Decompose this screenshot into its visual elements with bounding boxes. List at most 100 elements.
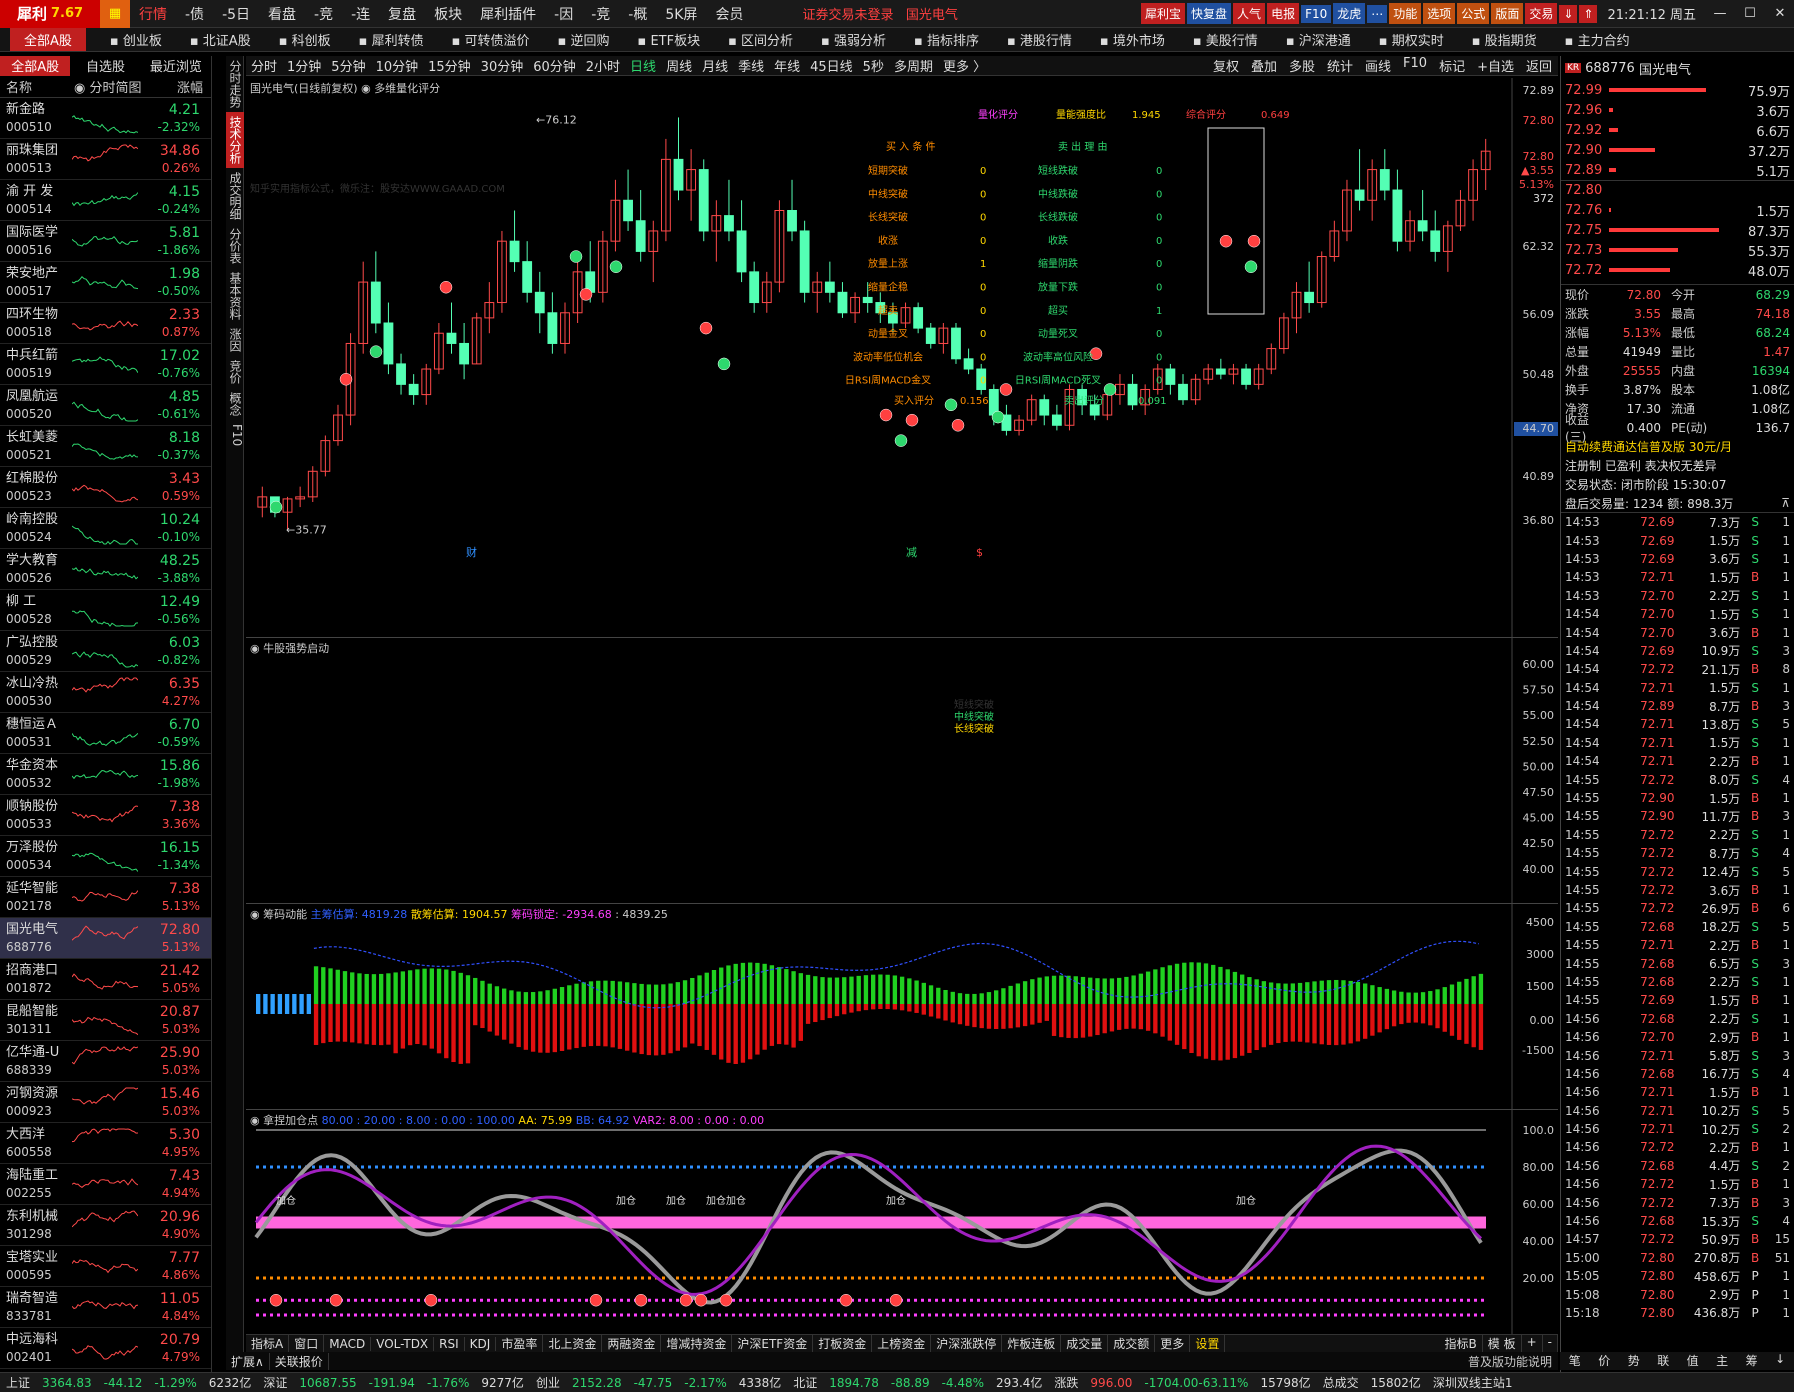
chart-tool[interactable]: +自选 [1471,56,1520,75]
indicator-tab[interactable]: 指标A [246,1335,290,1352]
period-tab[interactable]: 5秒 [858,56,889,75]
tool-button[interactable]: F10 [1301,4,1332,23]
edition-help[interactable]: 普及版功能说明 [1468,1353,1558,1370]
indicator-tab[interactable]: 更多 [1155,1335,1191,1352]
stock-row[interactable]: 四环生物 000518 2.33 0.87% [0,303,211,344]
stock-row[interactable]: 长虹美菱 000521 8.18 -0.37% [0,426,211,467]
board-tab[interactable]: ▪ 强弱分析 [807,30,900,49]
indicator-tab[interactable]: 设置 [1190,1335,1226,1352]
stock-row[interactable]: 海陆重工 002255 7.43 4.94% [0,1164,211,1205]
vertical-tab[interactable]: 概念 [226,388,244,420]
stock-row[interactable]: 延华智能 002178 7.38 5.13% [0,877,211,918]
period-tab[interactable]: 季线 [733,56,769,75]
board-tab[interactable]: ▪ 可转债溢价 [438,30,544,49]
related-quote-tab[interactable]: 关联报价 [270,1352,329,1370]
period-tab[interactable]: 60分钟 [528,56,581,75]
indicator-tab-b[interactable]: + [1522,1335,1543,1352]
chart-tool[interactable]: 画线 [1359,56,1397,75]
stock-row[interactable]: 国光电气 688776 72.80 5.13% [0,918,211,959]
menu-item[interactable]: 5K屏 [656,4,706,24]
menu-item[interactable]: -债 [176,4,213,24]
indicator-tab[interactable]: KDJ [465,1336,497,1351]
menu-item[interactable]: 板块 [425,4,471,24]
period-tab[interactable]: 多周期 [889,56,938,75]
period-tab[interactable]: 45日线 [805,56,858,75]
indicator-tab[interactable]: 上榜资金 [872,1335,932,1352]
board-tab[interactable]: ▪ 区间分析 [714,30,807,49]
stock-row[interactable]: 顺钠股份 000533 7.38 3.36% [0,795,211,836]
board-tab[interactable]: ▪ 科创板 [265,30,345,49]
period-tab[interactable]: 1分钟 [282,56,326,75]
vertical-tab[interactable]: 基本资料 [226,268,244,324]
quote-tab[interactable]: ↓ [1775,1352,1785,1370]
period-tab[interactable]: 日线 [625,56,661,75]
stock-row[interactable]: 荣安地产 000517 1.98 -0.50% [0,262,211,303]
stock-row[interactable]: 宝塔实业 000595 7.77 4.86% [0,1246,211,1287]
stock-row[interactable]: 红棉股份 000523 3.43 0.59% [0,467,211,508]
maximize-icon[interactable]: ☐ [1736,6,1764,21]
col-pct[interactable]: 涨幅 [150,77,207,96]
tool-button[interactable]: 电报 [1267,3,1300,24]
tool-button[interactable]: 犀利宝 [1141,3,1186,24]
period-tab[interactable]: 年线 [769,56,805,75]
board-tab[interactable]: ▪ ETF板块 [624,30,715,49]
stock-row[interactable]: 冰山冷热 000530 6.35 4.27% [0,672,211,713]
stock-row[interactable]: 昆船智能 301311 20.87 5.03% [0,1000,211,1041]
ask-row[interactable]: 72.96 3.6万 [1561,100,1794,120]
quote-tab[interactable]: 筹 [1746,1352,1758,1370]
period-tab[interactable]: 30分钟 [476,56,529,75]
indicator-tab[interactable]: 打板资金 [813,1335,873,1352]
board-tab[interactable]: ▪ 主力合约 [1551,30,1644,49]
vertical-tab[interactable]: 分时走势 [226,56,244,112]
stock-row[interactable]: 华金资本 000532 15.86 -1.98% [0,754,211,795]
tool-button[interactable]: ⋯ [1367,4,1388,23]
vertical-tab[interactable]: F10 [226,420,244,450]
chart-tool[interactable]: F10 [1397,56,1433,75]
stock-row[interactable]: 渝 开 发 000514 4.15 -0.24% [0,180,211,221]
indicator-tab[interactable]: MACD [324,1336,372,1351]
col-name[interactable]: 名称 [4,77,74,96]
stock-row[interactable]: 学大教育 000526 48.25 -3.88% [0,549,211,590]
login-notice[interactable]: 证券交易未登录 国光电气 [802,4,957,23]
stock-row[interactable]: 招商港口 001872 21.42 5.05% [0,959,211,1000]
ask-row[interactable]: 72.99 75.9万 [1561,80,1794,100]
indicator-tab[interactable]: 市盈率 [496,1335,544,1352]
menu-item[interactable]: -概 [619,4,656,24]
minimize-icon[interactable]: — [1706,6,1734,21]
ask-row[interactable]: 72.92 6.6万 [1561,120,1794,140]
stock-row[interactable]: 凤凰航运 000520 4.85 -0.61% [0,385,211,426]
vertical-tab[interactable]: 涨因 [226,324,244,356]
ask-row[interactable]: 72.89 5.1万 [1561,160,1794,180]
bid-row[interactable]: 72.75 87.3万 [1561,220,1794,240]
tick-list[interactable]: 14:53 72.69 7.3万 S 1 14:53 72.69 1.5万 S 1 14:53 72.… [1561,513,1794,1322]
board-tab[interactable]: ▪ 逆回购 [544,30,624,49]
board-tab[interactable]: ▪ 沪深港通 [1272,30,1365,49]
indicator-tab-b[interactable]: 指标B [1440,1335,1483,1352]
col-spark[interactable]: ◉ 分时简图 [74,77,150,96]
chart-tool[interactable]: 复权 [1207,56,1245,75]
stock-list-tab[interactable]: 最近浏览 [141,56,211,76]
indicator-tab[interactable]: RSI [434,1336,465,1351]
board-tab[interactable]: ▪ 境外市场 [1086,30,1179,49]
close-icon[interactable]: ✕ [1766,6,1794,21]
tool-button[interactable]: 人气 [1233,3,1266,24]
period-tab[interactable]: 周线 [661,56,697,75]
vertical-tab[interactable]: 竞价 [226,356,244,388]
board-tab[interactable]: ▪ 股指期货 [1458,30,1551,49]
stock-row[interactable]: 国际医学 000516 5.81 -1.86% [0,221,211,262]
collapse-icon[interactable]: ⊼ [1781,496,1790,510]
stock-row[interactable]: 岭南控股 000524 10.24 -0.10% [0,508,211,549]
ask-row[interactable]: 72.90 37.2万 [1561,140,1794,160]
menu-item[interactable]: -因 [545,4,582,24]
menu-item[interactable]: 复盘 [379,4,425,24]
indicator-tab-b[interactable]: - [1543,1335,1558,1352]
board-tab[interactable]: ▪ 创业板 [96,30,176,49]
indicator-tab[interactable]: 窗口 [289,1335,325,1352]
indicator-tab[interactable]: 增减持资金 [661,1335,733,1352]
promo-link[interactable]: 自动续费通达信普及版 30元/月 [1561,437,1794,456]
vertical-tab[interactable]: 分价表 [226,224,244,268]
tool-button[interactable]: 龙虎 [1333,3,1366,24]
stock-row[interactable]: 穗恒运Ａ 000531 6.70 -0.59% [0,713,211,754]
grid-icon[interactable]: ▦ [100,0,130,28]
period-tab[interactable]: 2小时 [581,56,625,75]
